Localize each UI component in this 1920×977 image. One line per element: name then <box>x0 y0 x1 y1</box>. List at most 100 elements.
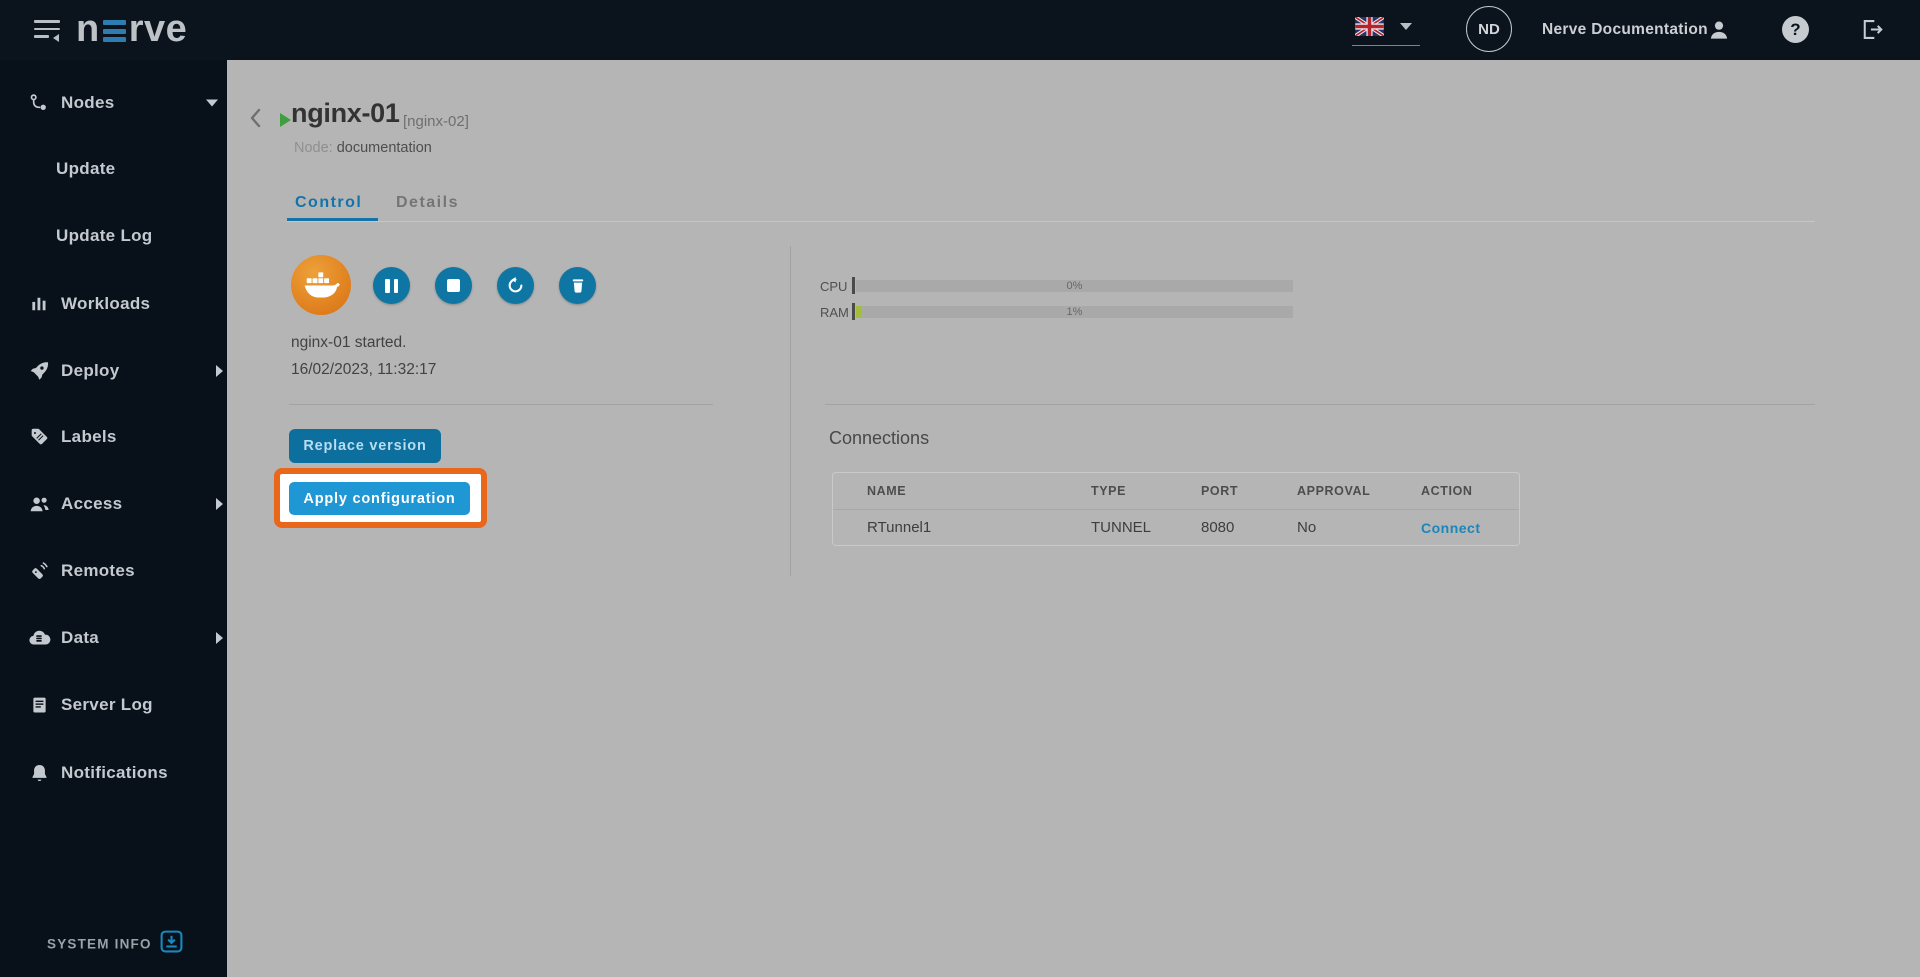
sidebar-item-labels[interactable]: Labels <box>0 422 227 452</box>
cell-port: 8080 <box>1201 519 1235 536</box>
workload-version: [nginx-02] <box>403 113 469 130</box>
column-header-action: ACTION <box>1421 484 1473 498</box>
sidebar-label: Notifications <box>61 763 168 782</box>
node-value: documentation <box>336 140 432 156</box>
avatar[interactable]: ND <box>1466 6 1512 52</box>
logout-icon[interactable] <box>1858 16 1885 48</box>
workload-started-icon <box>280 113 291 127</box>
sidebar-item-update[interactable]: Update <box>0 154 227 184</box>
replace-version-button[interactable]: Replace version <box>289 429 441 463</box>
help-glyph: ? <box>1790 19 1801 39</box>
docker-workload-icon <box>291 255 351 315</box>
logo-text-pre: n <box>76 8 100 50</box>
deploy-rocket-icon <box>27 360 51 382</box>
chevron-right-icon <box>216 632 223 644</box>
trash-icon <box>572 278 583 293</box>
access-people-icon <box>27 493 51 516</box>
data-cloud-icon <box>27 626 51 650</box>
ram-meter-tick <box>852 303 855 320</box>
divider <box>825 404 1815 405</box>
pause-icon <box>385 278 398 293</box>
column-header-approval: APPROVAL <box>1297 484 1371 498</box>
sidebar-item-access[interactable]: Access <box>0 489 227 519</box>
avatar-initials: ND <box>1478 20 1500 38</box>
ram-meter-fill <box>856 306 861 318</box>
sidebar-item-deploy[interactable]: Deploy <box>0 356 227 386</box>
help-icon[interactable]: ? <box>1782 16 1809 43</box>
chevron-right-icon <box>216 365 223 377</box>
sidebar-label: Deploy <box>61 361 120 380</box>
sidebar-item-nodes[interactable]: Nodes <box>0 88 227 118</box>
tab-details[interactable]: Details <box>396 194 459 212</box>
status-timestamp: 16/02/2023, 11:32:17 <box>291 361 437 378</box>
vertical-divider <box>790 246 791 576</box>
system-info-button[interactable]: SYSTEM INFO <box>0 929 227 959</box>
connection-row: RTunnel1 TUNNEL 8080 No Connect <box>833 509 1519 545</box>
sidebar: Nodes Update Update Log Workloads Deploy <box>0 60 227 977</box>
account-name: Nerve Documentation <box>1542 21 1708 38</box>
sidebar-item-notifications[interactable]: Notifications <box>0 758 227 788</box>
language-underline <box>1352 45 1420 46</box>
pause-button[interactable] <box>373 267 410 304</box>
column-header-port: PORT <box>1201 484 1239 498</box>
back-button[interactable] <box>246 106 266 135</box>
nodes-icon <box>27 92 51 114</box>
system-info-download-icon <box>159 929 184 959</box>
sidebar-item-server-log[interactable]: Server Log <box>0 690 227 720</box>
tab-control[interactable]: Control <box>295 194 362 212</box>
workload-title: nginx-01 <box>291 98 400 128</box>
node-line: Node: documentation <box>294 140 432 156</box>
cpu-value: 0% <box>1066 280 1083 292</box>
sidebar-item-workloads[interactable]: Workloads <box>0 289 227 319</box>
user-icon[interactable] <box>1706 17 1732 48</box>
ram-label: RAM <box>820 305 849 320</box>
nerve-logo: n rve <box>76 9 187 49</box>
notifications-bell-icon <box>27 763 51 784</box>
sidebar-label: Server Log <box>61 695 153 714</box>
sidebar-label: Access <box>61 494 123 513</box>
restart-button[interactable] <box>497 267 534 304</box>
chevron-down-icon <box>206 99 218 107</box>
language-selector[interactable] <box>1352 14 1422 48</box>
cell-name: RTunnel1 <box>867 519 932 536</box>
sidebar-collapse-icon[interactable] <box>34 20 64 42</box>
cpu-meter: 0% <box>856 280 1293 292</box>
sidebar-label: Labels <box>61 427 117 446</box>
divider <box>289 404 713 405</box>
sidebar-item-data[interactable]: Data <box>0 623 227 653</box>
sidebar-label: Nodes <box>61 93 115 112</box>
sidebar-label: Update <box>56 159 116 178</box>
ram-meter: 1% <box>856 306 1293 318</box>
restart-icon <box>508 276 523 293</box>
connect-link[interactable]: Connect <box>1421 520 1519 536</box>
cell-approval: No <box>1297 519 1317 536</box>
apply-configuration-button[interactable]: Apply configuration <box>289 482 470 515</box>
server-log-icon <box>27 695 51 716</box>
stop-icon <box>447 279 460 292</box>
sidebar-label: Remotes <box>61 561 135 580</box>
cpu-meter-tick <box>852 277 855 294</box>
workloads-icon <box>27 294 51 314</box>
sidebar-item-remotes[interactable]: Remotes <box>0 556 227 586</box>
sidebar-label: Update Log <box>56 226 153 245</box>
sidebar-item-update-log[interactable]: Update Log <box>0 221 227 251</box>
stop-button[interactable] <box>435 267 472 304</box>
logo-text-post: rve <box>128 8 188 50</box>
system-info-label: SYSTEM INFO <box>47 936 152 952</box>
connections-table: NAME TYPE PORT APPROVAL ACTION RTunnel1 … <box>832 472 1520 546</box>
node-label: Node: <box>294 140 333 156</box>
column-header-name: NAME <box>867 484 907 498</box>
delete-button[interactable] <box>559 267 596 304</box>
logo-e-bars <box>102 20 126 42</box>
connections-title: Connections <box>829 428 930 448</box>
cpu-label: CPU <box>820 279 848 294</box>
sidebar-label: Workloads <box>61 294 151 313</box>
remotes-icon <box>27 560 51 582</box>
tab-bar-divider <box>287 221 1815 222</box>
sidebar-label: Data <box>61 628 100 647</box>
uk-flag-icon <box>1355 17 1384 36</box>
connections-header-row: NAME TYPE PORT APPROVAL ACTION <box>833 473 1519 509</box>
status-message: nginx-01 started. <box>291 334 407 351</box>
cell-type: TUNNEL <box>1091 519 1152 536</box>
column-header-type: TYPE <box>1091 484 1127 498</box>
